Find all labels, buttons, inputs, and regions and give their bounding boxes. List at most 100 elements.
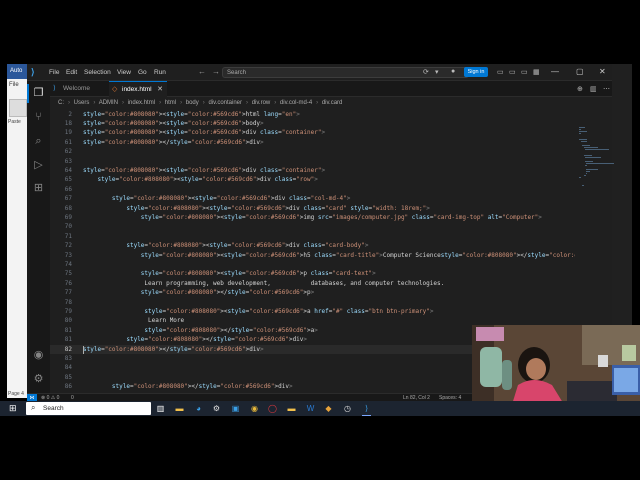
- toggle-primary-sidebar-icon[interactable]: ▭: [497, 68, 504, 76]
- photos-icon[interactable]: ◆: [324, 404, 333, 413]
- code-line[interactable]: 72 style="color:#808080"><style="color:#…: [50, 241, 575, 250]
- source-control-icon[interactable]: ⑂: [32, 111, 45, 124]
- line-number[interactable]: 70: [50, 222, 72, 231]
- forward-arrow-icon[interactable]: →: [212, 67, 220, 76]
- line-number[interactable]: 18: [50, 119, 72, 128]
- explorer-icon[interactable]: ❐: [27, 84, 45, 103]
- run-debug-icon[interactable]: ▷: [32, 159, 45, 172]
- line-number[interactable]: 68: [50, 204, 72, 213]
- customize-layout-icon[interactable]: ▦: [533, 68, 540, 76]
- line-number[interactable]: 77: [50, 288, 72, 297]
- line-number[interactable]: 19: [50, 128, 72, 137]
- line-number[interactable]: 69: [50, 213, 72, 222]
- menu-view[interactable]: View: [117, 69, 131, 76]
- code-line[interactable]: 71: [50, 232, 575, 241]
- chrome-icon[interactable]: ◉: [250, 404, 259, 413]
- background-app-file-tab[interactable]: File: [7, 79, 29, 91]
- code-line[interactable]: 18 style="color:#808080"><style="color:#5…: [50, 119, 575, 128]
- code-line[interactable]: 69 style="color:#808080"><style="color:#…: [50, 213, 575, 222]
- menu-edit[interactable]: Edit: [66, 69, 77, 76]
- line-number[interactable]: 2: [50, 110, 72, 119]
- line-number[interactable]: 75: [50, 269, 72, 278]
- line-number[interactable]: 73: [50, 251, 72, 260]
- code-line[interactable]: 67 style="color:#808080"><style="color:#…: [50, 194, 575, 203]
- clock-icon[interactable]: ◷: [343, 404, 352, 413]
- line-number[interactable]: 66: [50, 185, 72, 194]
- task-view-icon[interactable]: ▥: [156, 404, 165, 413]
- breadcrumb-item[interactable]: div.col-md-4: [280, 100, 312, 106]
- tab-welcome[interactable]: ⟩ Welcome: [50, 81, 106, 97]
- code-line[interactable]: 66: [50, 185, 575, 194]
- extensions-icon[interactable]: ⊞: [32, 182, 45, 195]
- line-number[interactable]: 76: [50, 279, 72, 288]
- line-number[interactable]: 67: [50, 194, 72, 203]
- search-icon[interactable]: ⌕: [32, 135, 45, 148]
- line-number[interactable]: 65: [50, 175, 72, 184]
- file-explorer-icon[interactable]: ▬: [175, 404, 184, 413]
- line-number[interactable]: 64: [50, 166, 72, 175]
- code-line[interactable]: 74: [50, 260, 575, 269]
- more-actions-icon[interactable]: ⋯: [603, 85, 610, 93]
- line-number[interactable]: 84: [50, 363, 72, 372]
- word-icon[interactable]: W: [306, 404, 315, 413]
- account-icon[interactable]: ●: [451, 68, 455, 75]
- accounts-icon[interactable]: ◉: [32, 349, 45, 362]
- split-editor-icon[interactable]: ▥: [590, 85, 597, 93]
- line-number[interactable]: 74: [50, 260, 72, 269]
- breadcrumb-item[interactable]: div.card: [322, 100, 343, 106]
- windows-start-icon[interactable]: ⊞: [9, 404, 18, 413]
- line-number[interactable]: 71: [50, 232, 72, 241]
- menu-selection[interactable]: Selection: [84, 69, 111, 76]
- breadcrumb-item[interactable]: Users: [74, 100, 90, 106]
- code-line[interactable]: 65 style="color:#808080"><style="color:#…: [50, 175, 575, 184]
- breadcrumb-item[interactable]: body: [186, 100, 199, 106]
- code-line[interactable]: 2 style="color:#808080"><style="color:#56…: [50, 110, 575, 119]
- breadcrumb-item[interactable]: div.row: [252, 100, 271, 106]
- toggle-secondary-sidebar-icon[interactable]: ▭: [521, 68, 528, 76]
- line-number[interactable]: 81: [50, 335, 72, 344]
- back-arrow-icon[interactable]: ←: [198, 67, 206, 76]
- copilot-icon[interactable]: ⟳: [423, 68, 429, 76]
- code-line[interactable]: 70: [50, 222, 575, 231]
- menu-run[interactable]: Run: [154, 69, 166, 76]
- breadcrumb-item[interactable]: div.container: [208, 100, 242, 106]
- paste-icon[interactable]: [9, 99, 27, 117]
- background-word-window[interactable]: Auto File Paste Page 4: [7, 64, 29, 398]
- close-button[interactable]: ✕: [599, 67, 606, 76]
- breadcrumb-item[interactable]: index.html: [128, 100, 155, 106]
- code-line[interactable]: 19 style="color:#808080"><style="color:#5…: [50, 128, 575, 137]
- gear-icon[interactable]: ⚙: [32, 373, 45, 386]
- breadcrumb-item[interactable]: ADMIN: [99, 100, 118, 106]
- code-line[interactable]: 79 style="color:#808080"><style="color:#…: [50, 307, 575, 316]
- maximize-button[interactable]: ▢: [576, 67, 584, 76]
- line-number[interactable]: 61: [50, 138, 72, 147]
- code-line[interactable]: 63: [50, 157, 575, 166]
- close-tab-icon[interactable]: ✕: [157, 82, 163, 98]
- settings-icon[interactable]: ⚙: [212, 404, 221, 413]
- chevron-down-icon[interactable]: ▾: [435, 68, 439, 76]
- code-line[interactable]: 64 style="color:#808080"><style="color:#5…: [50, 166, 575, 175]
- vscode-taskbar-icon[interactable]: ⟩: [362, 404, 371, 416]
- line-number[interactable]: 62: [50, 147, 72, 156]
- open-preview-icon[interactable]: ⊕: [577, 85, 583, 93]
- code-line[interactable]: 78: [50, 298, 575, 307]
- store-icon[interactable]: ▣: [231, 404, 240, 413]
- breadcrumb-item[interactable]: html: [165, 100, 176, 106]
- menu-go[interactable]: Go: [138, 69, 147, 76]
- minimize-button[interactable]: —: [551, 67, 559, 76]
- breadcrumb-item[interactable]: C:: [58, 100, 64, 106]
- toggle-panel-icon[interactable]: ▭: [509, 68, 516, 76]
- line-number[interactable]: 78: [50, 298, 72, 307]
- line-number[interactable]: 79: [50, 307, 72, 316]
- line-number[interactable]: 85: [50, 373, 72, 382]
- edge-icon[interactable]: ◕: [194, 404, 203, 413]
- line-number[interactable]: 72: [50, 241, 72, 250]
- code-line[interactable]: 68 style="color:#808080"><style="color:#…: [50, 204, 575, 213]
- opera-icon[interactable]: ◯: [268, 404, 277, 413]
- line-number[interactable]: 83: [50, 354, 72, 363]
- folder-icon[interactable]: ▬: [287, 404, 296, 413]
- line-number[interactable]: 80: [50, 316, 72, 325]
- code-line[interactable]: 73 style="color:#808080"><style="color:#…: [50, 251, 575, 260]
- tab-index-html[interactable]: ◇ index.html ✕: [109, 81, 167, 97]
- line-number[interactable]: 82: [50, 345, 72, 354]
